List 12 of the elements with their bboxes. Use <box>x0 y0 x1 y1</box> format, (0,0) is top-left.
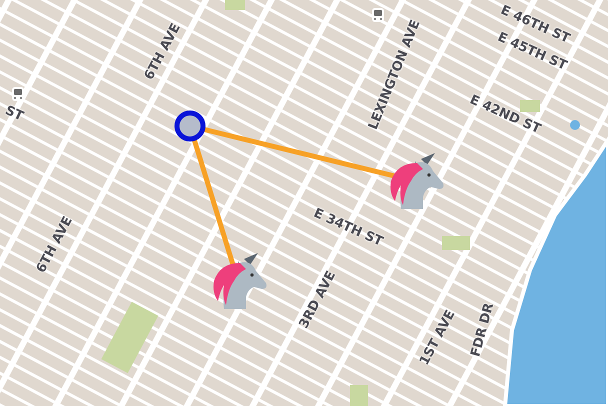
unicorn-marker[interactable] <box>214 253 266 309</box>
transit-icon <box>372 8 384 22</box>
street-label: ST <box>2 102 26 126</box>
unicorn-marker[interactable] <box>390 153 444 209</box>
street-label: 6TH AVE <box>32 213 77 277</box>
street-label: 6TH AVE <box>140 20 185 84</box>
street-label: FDR DR <box>467 300 498 360</box>
street-label: 1ST AVE <box>416 306 460 370</box>
street-label: E 42ND ST <box>466 91 544 140</box>
transit-icon <box>12 87 24 101</box>
origin-marker[interactable] <box>174 110 206 142</box>
street-label: 3RD AVE <box>295 268 340 332</box>
